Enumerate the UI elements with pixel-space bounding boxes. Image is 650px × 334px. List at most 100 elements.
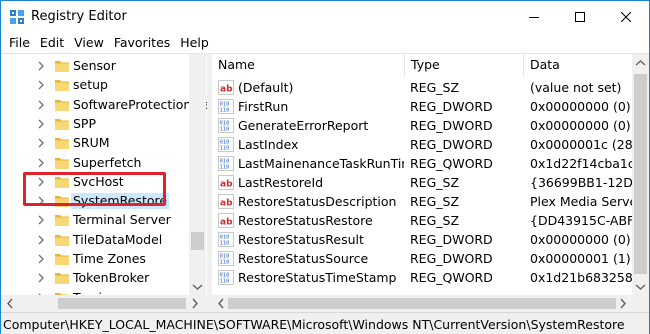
column-header-name[interactable]: Name — [212, 54, 405, 76]
menu-edit[interactable]: Edit — [35, 35, 69, 50]
registry-editor-icon — [10, 10, 24, 24]
values-horizontal-scrollbar[interactable] — [212, 295, 632, 312]
tree-item[interactable]: Superfetch — [1, 153, 191, 173]
tree-item-label: TokenBroker — [73, 270, 150, 286]
value-name: GenerateErrorReport — [238, 118, 369, 133]
string-value-icon: ab — [218, 175, 234, 190]
menu-file[interactable]: File — [1, 35, 35, 50]
value-type: REG_SZ — [410, 213, 460, 228]
value-type: REG_DWORD — [410, 251, 493, 266]
title-bar[interactable]: Registry Editor — [1, 1, 649, 32]
chevron-right-icon[interactable] — [36, 60, 46, 72]
tree-item[interactable]: SoftwareProtectionPla — [1, 95, 207, 115]
value-row[interactable]: ab RestoreStatusDescription REG_SZ Plex Med… — [212, 192, 632, 211]
chevron-right-icon[interactable] — [36, 272, 46, 284]
tree-horizontal-scrollbar[interactable] — [1, 295, 207, 312]
value-row[interactable]: ab RestoreStatusRestore REG_SZ {DD43915C-AB… — [212, 211, 632, 230]
tree-item[interactable]: TileDataModel — [1, 230, 191, 250]
value-row[interactable]: 010 110 GenerateErrorReport REG_DWORD 0x0000… — [212, 116, 632, 135]
scroll-left-arrow-icon[interactable] — [216, 298, 226, 309]
values-vertical-scroll-thumb[interactable] — [634, 74, 647, 274]
value-row[interactable]: 010 110 RestoreStatusSource REG_DWORD 0x0000… — [212, 249, 632, 268]
chevron-right-icon[interactable] — [36, 195, 46, 207]
window-title: Registry Editor — [31, 9, 127, 24]
tree-item[interactable]: SRUM — [1, 133, 191, 153]
maximize-button[interactable] — [557, 1, 603, 32]
value-data: {36699BB1-12DD-4B — [530, 175, 632, 190]
value-name: LastMainenanceTaskRunTim... — [238, 156, 404, 171]
scroll-down-arrow-icon[interactable] — [635, 282, 646, 292]
chevron-right-icon[interactable] — [36, 234, 46, 246]
value-name: RestoreStatusResult — [238, 232, 364, 247]
values-list-pane: Name Type Data ab (Default) REG_SZ (value n… — [212, 54, 649, 312]
value-name: RestoreStatusDescription — [238, 194, 397, 209]
value-row[interactable]: 010 110 RestoreStatusTimeStamp REG_QWORD 0x1… — [212, 268, 632, 287]
maximize-icon — [575, 11, 585, 22]
tree-item[interactable]: Sensor — [1, 56, 191, 76]
tree-vertical-scrollbar[interactable] — [189, 54, 206, 295]
key-tree-pane[interactable]: Sensor setup SoftwareProtectionPla SPP SRUM S… — [1, 54, 207, 312]
svg-text:110: 110 — [220, 108, 230, 114]
tree-horizontal-scroll-thumb[interactable] — [58, 298, 186, 309]
tree-item[interactable]: SPP — [1, 114, 191, 134]
chevron-right-icon[interactable] — [36, 79, 46, 91]
column-header-data[interactable]: Data — [524, 54, 649, 76]
chevron-right-icon[interactable] — [36, 99, 46, 111]
chevron-right-icon[interactable] — [36, 118, 46, 130]
folder-icon — [55, 196, 69, 208]
value-type: REG_DWORD — [410, 232, 493, 247]
tree-item[interactable]: setup — [1, 75, 191, 95]
string-value-icon: ab — [218, 213, 234, 228]
chevron-right-icon[interactable] — [36, 137, 46, 149]
binary-value-icon: 010110 — [218, 99, 234, 114]
tree-item-selected[interactable]: SystemRestore — [1, 191, 191, 211]
value-row[interactable]: 010 110 RestoreStatusResult REG_DWORD 0x0000… — [212, 230, 632, 249]
tree-item-label: Superfetch — [73, 154, 142, 170]
close-button[interactable] — [603, 1, 649, 32]
chevron-right-icon[interactable] — [36, 176, 46, 188]
folder-icon — [55, 99, 69, 111]
value-row[interactable]: ab (Default) REG_SZ (value not set) — [212, 78, 632, 97]
value-row[interactable]: 010 110 LastIndex REG_DWORD 0x0000001c (28) — [212, 135, 632, 154]
tree-item[interactable]: TokenBroker — [1, 268, 191, 288]
values-horizontal-scroll-thumb[interactable] — [228, 298, 616, 309]
value-row[interactable]: 010110 LastMainenanceTaskRunTim... REG_QWO… — [212, 154, 632, 173]
tree-item-label: SPP — [73, 115, 97, 131]
tree-item-label: Time Zones — [73, 251, 146, 266]
scroll-right-arrow-icon[interactable] — [190, 298, 200, 309]
value-name: RestoreStatusRestore — [238, 213, 373, 228]
chevron-right-icon[interactable] — [36, 253, 46, 265]
scroll-up-arrow-icon[interactable] — [635, 58, 646, 68]
value-name: (Default) — [238, 80, 294, 95]
menu-help[interactable]: Help — [175, 35, 214, 50]
column-header-type[interactable]: Type — [405, 54, 524, 76]
svg-text:110: 110 — [220, 165, 230, 171]
menu-favorites[interactable]: Favorites — [109, 35, 175, 50]
scroll-right-arrow-icon[interactable] — [618, 298, 628, 309]
binary-value-icon: 010110 — [218, 118, 234, 133]
value-row[interactable]: ab LastRestoreId REG_SZ {36699BB1-12DD-4B — [212, 173, 632, 192]
value-type: REG_SZ — [410, 80, 460, 95]
tree-item[interactable]: SvcHost — [1, 172, 191, 192]
status-bar: Computer\HKEY_LOCAL_MACHINE\SOFTWARE\Mic… — [1, 312, 649, 334]
tree-item[interactable]: Terminal Server — [1, 210, 191, 230]
key-path: Computer\HKEY_LOCAL_MACHINE\SOFTWARE\Mic… — [3, 317, 625, 332]
minimize-button[interactable] — [511, 1, 557, 32]
value-row[interactable]: 010 110 FirstRun REG_DWORD 0x00000000 (0) — [212, 97, 632, 116]
binary-value-icon: 010110 — [218, 156, 234, 171]
value-type: REG_DWORD — [410, 99, 493, 114]
svg-text:110: 110 — [220, 279, 230, 285]
value-data: Plex Media Server — [530, 194, 632, 209]
values-vertical-scrollbar[interactable] — [632, 54, 649, 295]
value-data: 0x0000001c (28) — [530, 137, 632, 152]
tree-item[interactable]: Time Zones — [1, 249, 191, 269]
chevron-right-icon[interactable] — [36, 214, 46, 226]
tree-item-label: TileDataModel — [73, 231, 163, 247]
menu-view[interactable]: View — [69, 35, 109, 50]
tree-vertical-scroll-thumb[interactable] — [191, 232, 204, 250]
svg-text:ab: ab — [220, 85, 233, 95]
folder-icon — [55, 118, 69, 130]
scroll-down-arrow-icon[interactable] — [192, 282, 203, 292]
chevron-right-icon[interactable] — [36, 157, 46, 169]
scroll-left-arrow-icon[interactable] — [5, 298, 15, 309]
